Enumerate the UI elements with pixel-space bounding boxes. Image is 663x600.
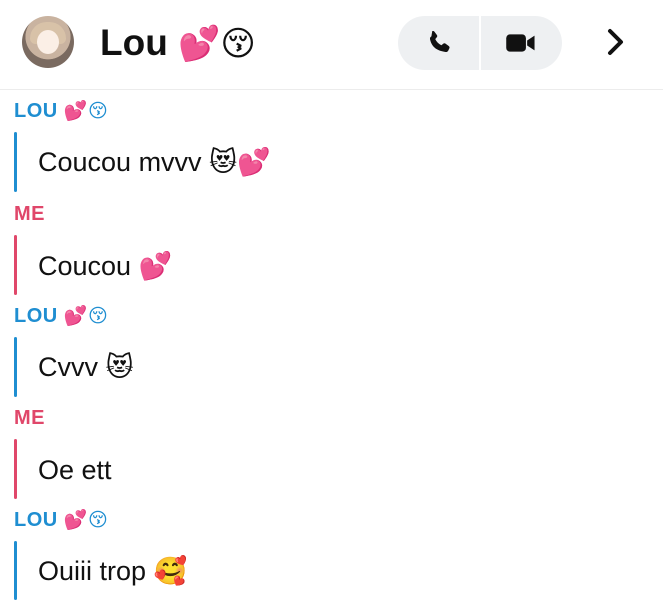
message-text[interactable]: Cvvv 😻 [38, 347, 134, 387]
chat-header: Lou 💕😚 [0, 0, 663, 90]
sender-emojis: 💕😚 [63, 510, 109, 531]
sender-label: LOU 💕😚 [14, 507, 108, 533]
message-accent-bar [14, 132, 17, 192]
sender-label: ME [14, 405, 45, 431]
message-group: ME Coucou 💕 [0, 200, 663, 300]
more-options-button[interactable] [598, 24, 634, 60]
sender-emojis: 💕😚 [63, 101, 109, 122]
sender-name: LOU [14, 100, 58, 122]
sender-name: LOU [14, 509, 58, 531]
sender-name: LOU [14, 305, 58, 327]
contact-name: Lou [100, 22, 168, 63]
message-group: LOU 💕😚 Coucou mvvv 😻💕 [0, 98, 663, 198]
message-text[interactable]: Coucou mvvv 😻💕 [38, 142, 271, 182]
message-accent-bar [14, 541, 17, 600]
message-group: ME Oe ett [0, 404, 663, 504]
message-text[interactable]: Coucou 💕 [38, 246, 172, 286]
contact-avatar[interactable] [22, 16, 74, 68]
voice-call-button[interactable] [398, 16, 480, 70]
chevron-right-icon [608, 29, 623, 55]
video-camera-icon [506, 34, 535, 52]
message-accent-bar [14, 439, 17, 499]
sender-name: ME [14, 407, 45, 429]
call-button-group [398, 16, 562, 70]
sender-label: ME [14, 201, 45, 227]
contact-name-emojis: 💕😚 [178, 25, 256, 63]
sender-name: ME [14, 203, 45, 225]
avatar-face [37, 30, 59, 54]
message-text[interactable]: Oe ett [38, 450, 112, 490]
message-text[interactable]: Ouiii trop 🥰 [38, 551, 187, 591]
sender-label: LOU 💕😚 [14, 303, 108, 329]
message-group: LOU 💕😚 Ouiii trop 🥰 [0, 507, 663, 600]
sender-label: LOU 💕😚 [14, 98, 108, 124]
message-accent-bar [14, 235, 17, 295]
sender-emojis: 💕😚 [63, 306, 109, 327]
phone-icon [429, 30, 450, 53]
video-call-button[interactable] [480, 16, 562, 70]
message-accent-bar [14, 337, 17, 397]
contact-name-title[interactable]: Lou 💕😚 [100, 21, 256, 65]
message-group: LOU 💕😚 Cvvv 😻 [0, 303, 663, 403]
